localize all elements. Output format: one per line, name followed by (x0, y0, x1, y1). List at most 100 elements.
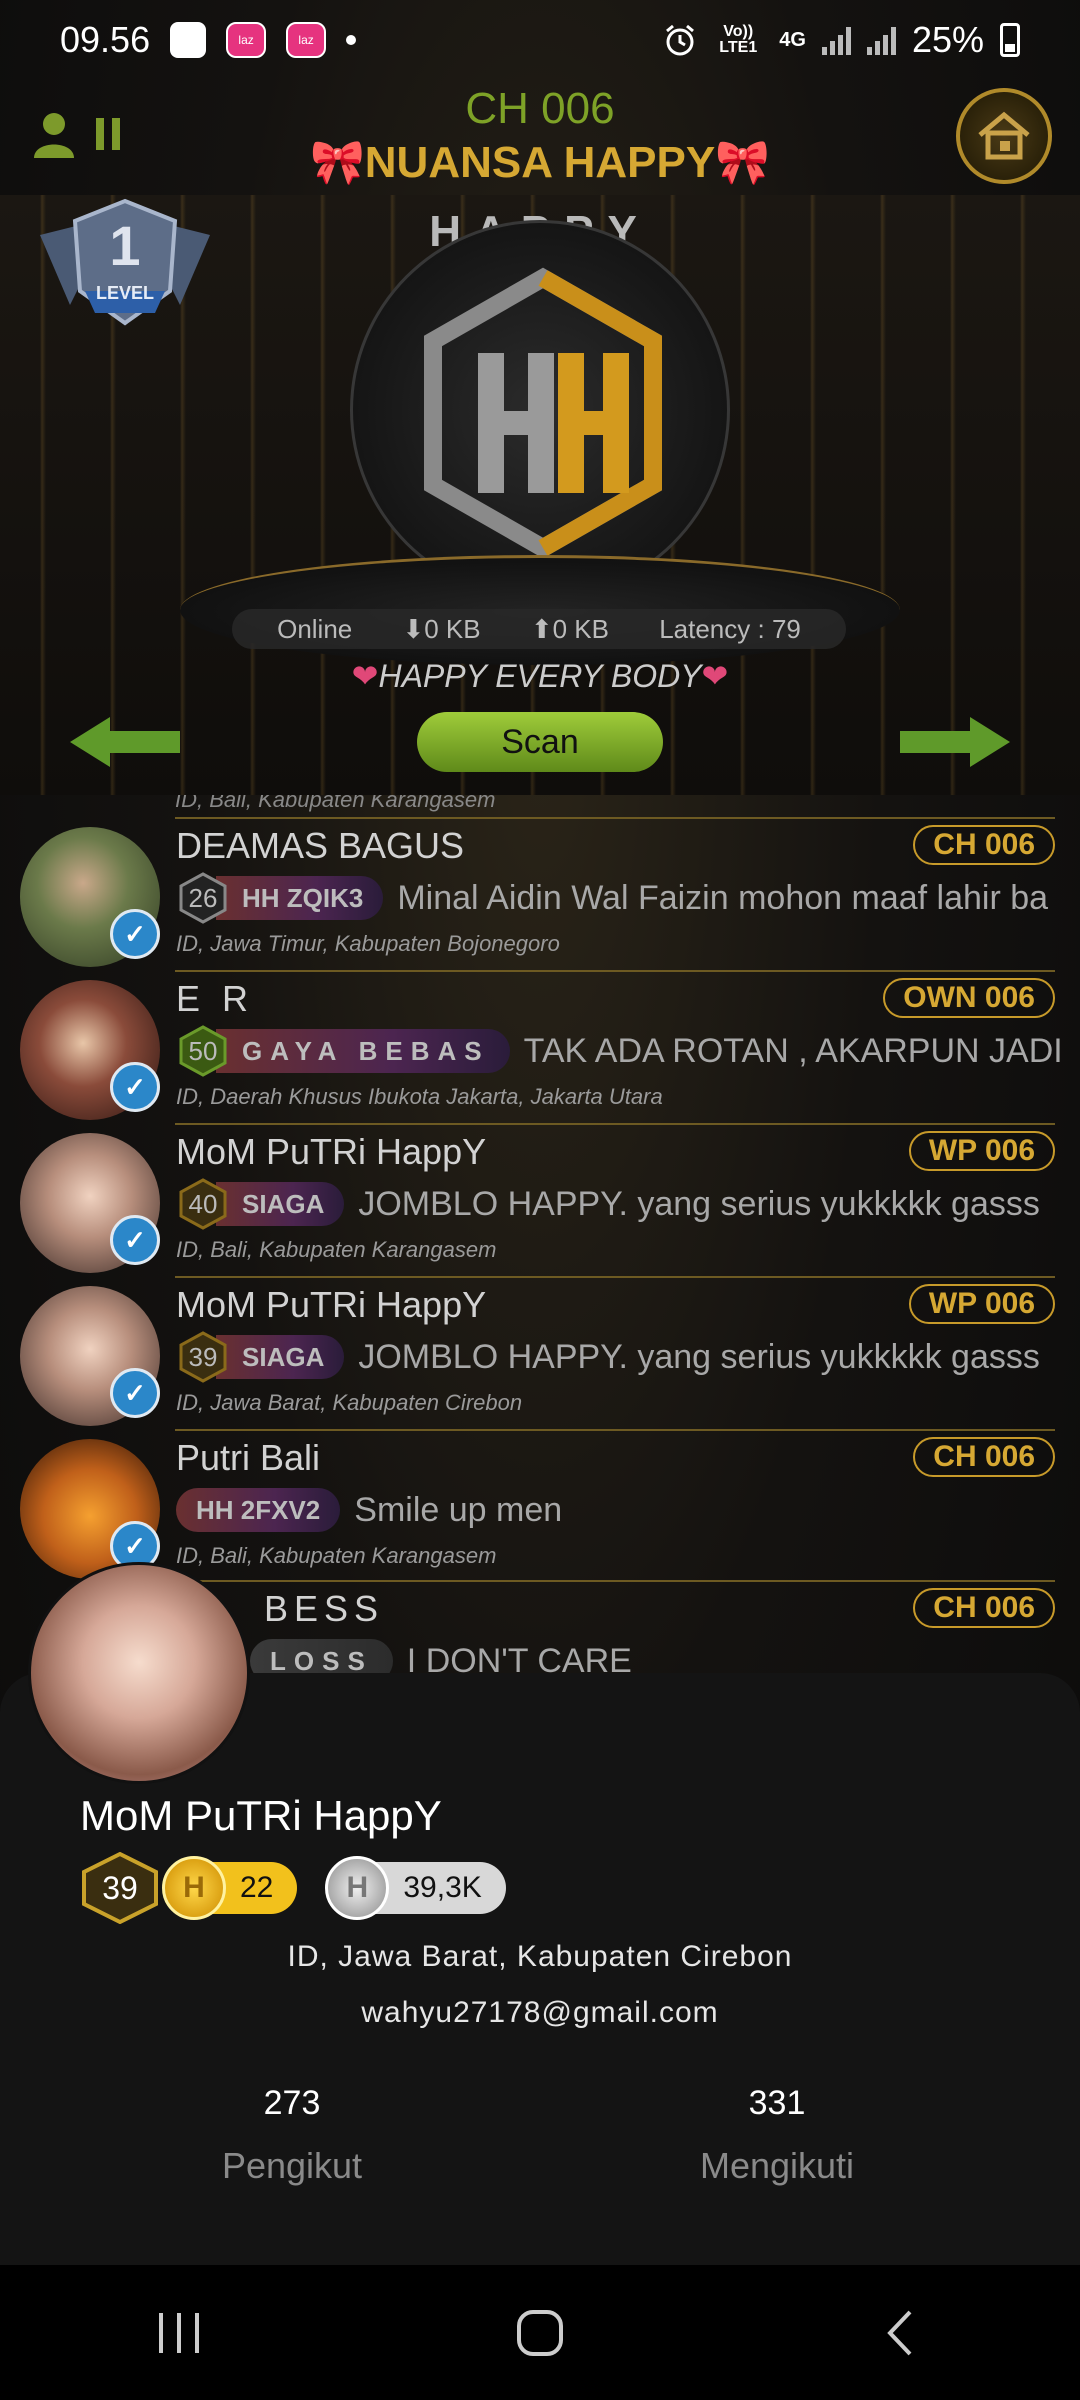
status-time: 09.56 (60, 19, 151, 60)
channel-tag: OWN 006 (883, 978, 1055, 1018)
connection-stats: Online ⬇0 KB ⬆0 KB Latency : 79 (232, 609, 846, 649)
profile-location: ID, Jawa Barat, Kabupaten Cirebon (287, 1940, 793, 1973)
download-arrow-icon: ⬇ (402, 613, 425, 644)
profile-email: wahyu27178@gmail.com (361, 1996, 719, 2029)
signal-icon (821, 25, 851, 55)
level-hex-badge: 50 (176, 1024, 230, 1078)
hh-logo-icon (424, 267, 662, 559)
verified-check-icon: ✓ (110, 1062, 160, 1112)
member-status-message: I DON'T CARE (406, 1641, 632, 1676)
channel-tag: WP 006 (908, 1131, 1055, 1171)
gold-coin-balance: H 22 (162, 1856, 298, 1920)
silver-coin-balance: H 39,3K (325, 1856, 506, 1920)
back-chevron-icon (887, 2310, 912, 2355)
channel-tag: CH 006 (913, 1588, 1055, 1628)
member-badges: 40 SIAGA JOMBLO HAPPY. yang serius yukkk… (176, 1177, 1040, 1231)
level-hex-badge: 40 (176, 1177, 230, 1231)
profile-badges: 39 H 22 H 39,3K (80, 1852, 506, 1924)
profile-level-badge: 39 (80, 1852, 160, 1924)
followers-count: 273 (263, 2084, 321, 2122)
silver-coin-icon: H (325, 1856, 390, 1920)
member-location: ID, Jawa Timur, Kabupaten Bojonegoro (176, 931, 560, 956)
channel-tag: CH 006 (913, 825, 1055, 865)
status-bar: 09.56 laz laz Vo)) LTE1 4G 25% (0, 0, 1080, 80)
list-item[interactable]: ✓ MoM PuTRi HappY WP 006 40 SIAGA JOMBLO… (0, 1123, 1080, 1275)
list-item[interactable]: ✓ DEAMAS BAGUS CH 006 26 HH ZQIK3 Minal … (0, 817, 1080, 969)
profile-avatar[interactable] (28, 1562, 250, 1784)
more-notifications-dot-icon (346, 35, 357, 45)
member-name: Putri Bali (176, 1437, 321, 1478)
level-hex-badge: 26 (176, 871, 230, 925)
recent-apps-icon (159, 2312, 199, 2353)
member-name: MoM PuTRi HappY (176, 1131, 487, 1172)
app-screen: 09.56 laz laz Vo)) LTE1 4G 25% CH 006 🎀N… (0, 0, 1080, 2400)
volte-label: Vo)) LTE1 (719, 23, 758, 56)
member-location: ID, Bali, Kabupaten Karangasem (176, 1543, 497, 1568)
row-divider (175, 1429, 1055, 1431)
status-right: Vo)) LTE1 4G 25% (663, 19, 1020, 61)
member-name: MoM PuTRi HappY (176, 1284, 487, 1325)
list-item[interactable]: ✓ E R OWN 006 50 GAYA BEBAS TAK ADA ROTA… (0, 970, 1080, 1122)
followers-stat[interactable]: 273 Pengikut (142, 2084, 442, 2187)
level-hex-badge: 39 (176, 1330, 230, 1384)
room-header: CH 006 🎀NUANSA HAPPY🎀 (0, 80, 1080, 195)
member-location: ID, Jawa Barat, Kabupaten Cirebon (176, 1390, 523, 1415)
list-item[interactable]: ✓ Putri Bali CH 006 HH 2FXV2 Smile up me… (0, 1429, 1080, 1581)
download-stat: ⬇0 KB (402, 613, 481, 644)
following-label: Mengikuti (699, 2145, 855, 2186)
member-tag: SIAGA (216, 1335, 345, 1379)
member-name: E R (176, 978, 255, 1019)
heart-icon: ❤ (351, 658, 379, 694)
member-list[interactable]: ID, Bali, Kabupaten Karangasem ✓ DEAMAS … (0, 795, 1080, 1675)
member-name: BESS (264, 1588, 385, 1629)
row-divider (175, 1123, 1055, 1125)
member-status-message: TAK ADA ROTAN , AKARPUN JADI (523, 1031, 1063, 1070)
next-arrow-button[interactable] (900, 717, 1010, 767)
verified-check-icon: ✓ (110, 1368, 160, 1418)
member-tag: GAYA BEBAS (216, 1029, 510, 1073)
gold-coin-icon: H (162, 1856, 226, 1920)
channel-title: CH 006 (465, 84, 615, 133)
scan-button[interactable]: Scan (417, 712, 663, 772)
member-tag: SIAGA (216, 1182, 345, 1226)
list-item-location-partial: ID, Bali, Kabupaten Karangasem (175, 795, 496, 812)
latency-stat: Latency : 79 (659, 613, 801, 644)
tagline: ❤HAPPY EVERY BODY❤ (351, 658, 729, 694)
battery-percent: 25% (911, 19, 984, 60)
recent-apps-button[interactable] (130, 2293, 230, 2373)
lazada-notification-icon: laz (226, 22, 267, 58)
member-tag: HH ZQIK3 (216, 876, 384, 920)
gallery-notification-icon (170, 22, 207, 58)
upload-arrow-icon: ⬆ (530, 613, 553, 644)
member-location: ID, Daerah Khusus Ibukota Jakarta, Jakar… (176, 1084, 663, 1109)
home-nav-button[interactable] (490, 2293, 590, 2373)
row-divider (175, 817, 1055, 819)
member-status-message: JOMBLO HAPPY. yang serius yukkkkk gasss (358, 1337, 1040, 1376)
following-stat[interactable]: 331 Mengikuti (627, 2084, 927, 2187)
member-tag: LOSS (250, 1639, 393, 1675)
previous-arrow-button[interactable] (70, 717, 180, 767)
home-nav-icon (517, 2309, 563, 2356)
row-divider (175, 1276, 1055, 1278)
room-name: 🎀NUANSA HAPPY🎀 (310, 138, 770, 187)
stage-banner: 1 LEVEL HAPPY Online ⬇0 KB ⬆0 KB Latency… (0, 195, 1080, 795)
network-type-label: 4G (779, 29, 806, 51)
member-badges: HH 2FXV2 Smile up men (176, 1485, 562, 1535)
verified-check-icon: ✓ (110, 909, 160, 959)
followers-label: Pengikut (221, 2145, 363, 2186)
online-label: Online (277, 613, 353, 644)
brand-logo (350, 220, 730, 600)
back-button[interactable] (850, 2293, 950, 2373)
system-nav-bar (0, 2265, 1080, 2400)
channel-tag: WP 006 (908, 1284, 1055, 1324)
profile-name: MoM PuTRi HappY (80, 1792, 442, 1839)
list-item[interactable]: ✓ MoM PuTRi HappY WP 006 39 SIAGA JOMBLO… (0, 1276, 1080, 1428)
home-button[interactable] (956, 88, 1052, 184)
verified-check-icon: ✓ (110, 1215, 160, 1265)
alarm-icon (666, 24, 695, 56)
home-icon (978, 111, 1030, 160)
heart-icon-2: ❤ (701, 658, 729, 694)
member-badges: 50 GAYA BEBAS TAK ADA ROTAN , AKARPUN JA… (176, 1024, 1063, 1078)
row-divider (175, 970, 1055, 972)
member-status-message: Smile up men (354, 1490, 563, 1529)
